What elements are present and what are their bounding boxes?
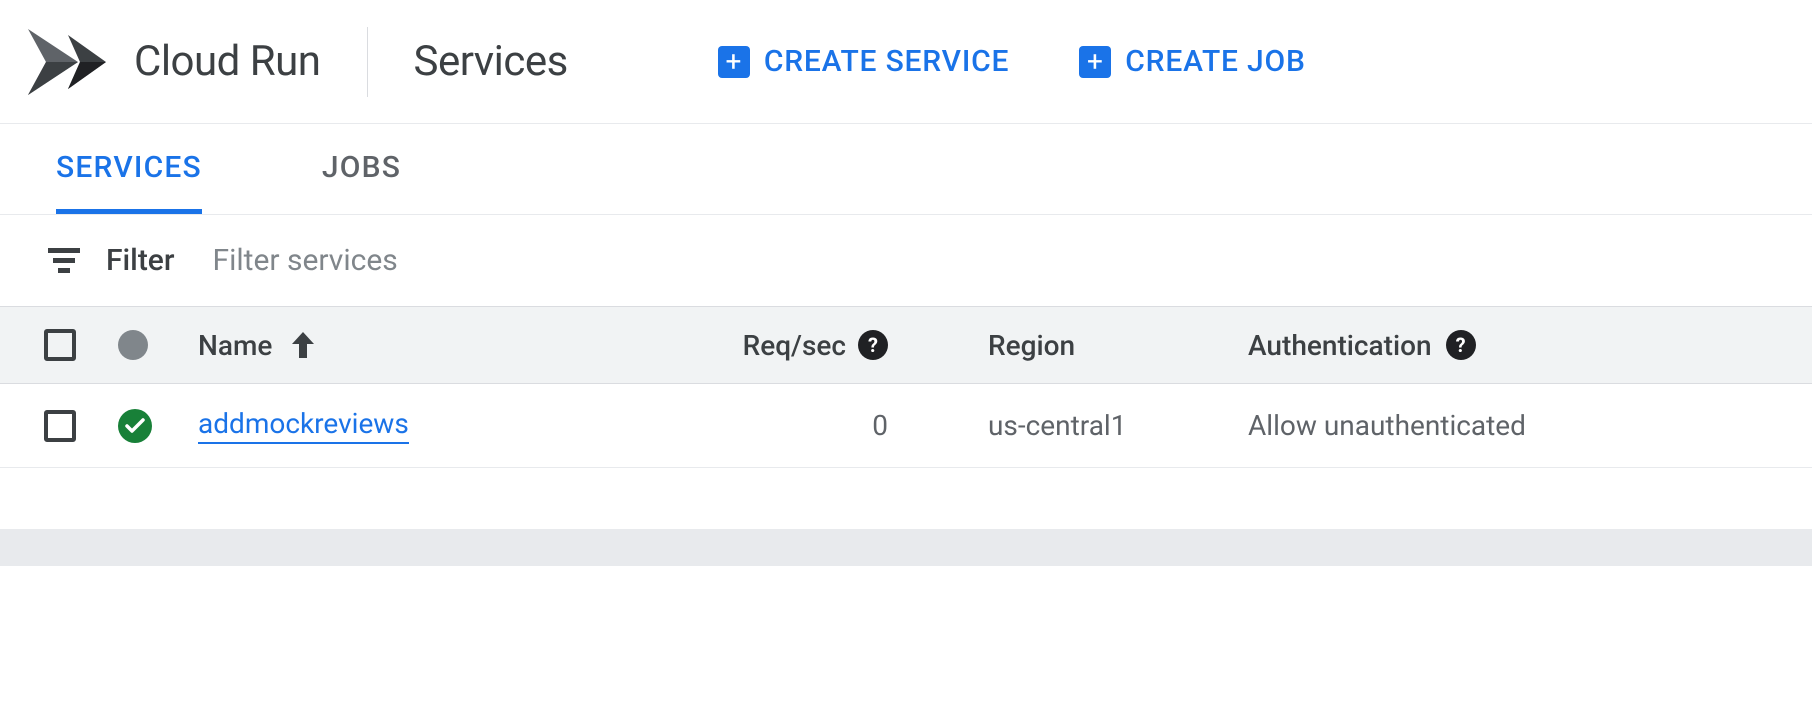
help-icon[interactable]: ? (858, 330, 888, 360)
cell-reqsec: 0 (628, 409, 888, 442)
header-divider (367, 27, 368, 97)
create-job-label: CREATE JOB (1125, 44, 1305, 79)
plus-icon: + (1079, 46, 1111, 78)
tab-jobs[interactable]: JOBS (322, 124, 401, 214)
tabs-bar: SERVICES JOBS (0, 124, 1812, 215)
service-name-link[interactable]: addmockreviews (198, 407, 409, 444)
header-actions: + CREATE SERVICE + CREATE JOB (718, 44, 1306, 79)
row-checkbox[interactable] (44, 410, 76, 442)
table-row: addmockreviews 0 us-central1 Allow unaut… (0, 384, 1812, 468)
column-auth-label: Authentication (1248, 329, 1432, 362)
product-block: Cloud Run (28, 29, 321, 95)
tab-services[interactable]: SERVICES (56, 124, 202, 214)
filter-bar: Filter (0, 215, 1812, 306)
column-header-reqsec[interactable]: Req/sec ? (628, 329, 888, 362)
header-bar: Cloud Run Services + CREATE SERVICE + CR… (0, 0, 1812, 124)
column-header-auth[interactable]: Authentication ? (1188, 329, 1768, 362)
filter-icon (48, 248, 80, 274)
filter-label: Filter (106, 243, 174, 278)
column-header-name[interactable]: Name (198, 329, 628, 362)
filter-input[interactable] (200, 243, 1764, 278)
cloud-run-logo-icon (28, 29, 106, 95)
page-title: Services (414, 37, 568, 86)
cell-region: us-central1 (888, 409, 1188, 442)
product-title: Cloud Run (134, 37, 321, 86)
create-service-button[interactable]: + CREATE SERVICE (718, 44, 1009, 79)
create-service-label: CREATE SERVICE (764, 44, 1009, 79)
bottom-shade (0, 530, 1812, 566)
services-table: Name Req/sec ? Region Authentication ? (0, 306, 1812, 530)
table-footer-gap (0, 468, 1812, 530)
column-region-label: Region (988, 329, 1075, 362)
column-header-region[interactable]: Region (888, 329, 1188, 362)
plus-icon: + (718, 46, 750, 78)
column-reqsec-label: Req/sec (743, 329, 846, 362)
sort-arrow-up-icon (290, 330, 316, 360)
cell-auth: Allow unauthenticated (1188, 409, 1768, 442)
select-all-checkbox[interactable] (44, 329, 76, 361)
status-column-icon (118, 330, 148, 360)
status-ok-icon (118, 409, 152, 443)
create-job-button[interactable]: + CREATE JOB (1079, 44, 1305, 79)
help-icon[interactable]: ? (1446, 330, 1476, 360)
column-name-label: Name (198, 329, 272, 362)
table-header-row: Name Req/sec ? Region Authentication ? (0, 306, 1812, 384)
